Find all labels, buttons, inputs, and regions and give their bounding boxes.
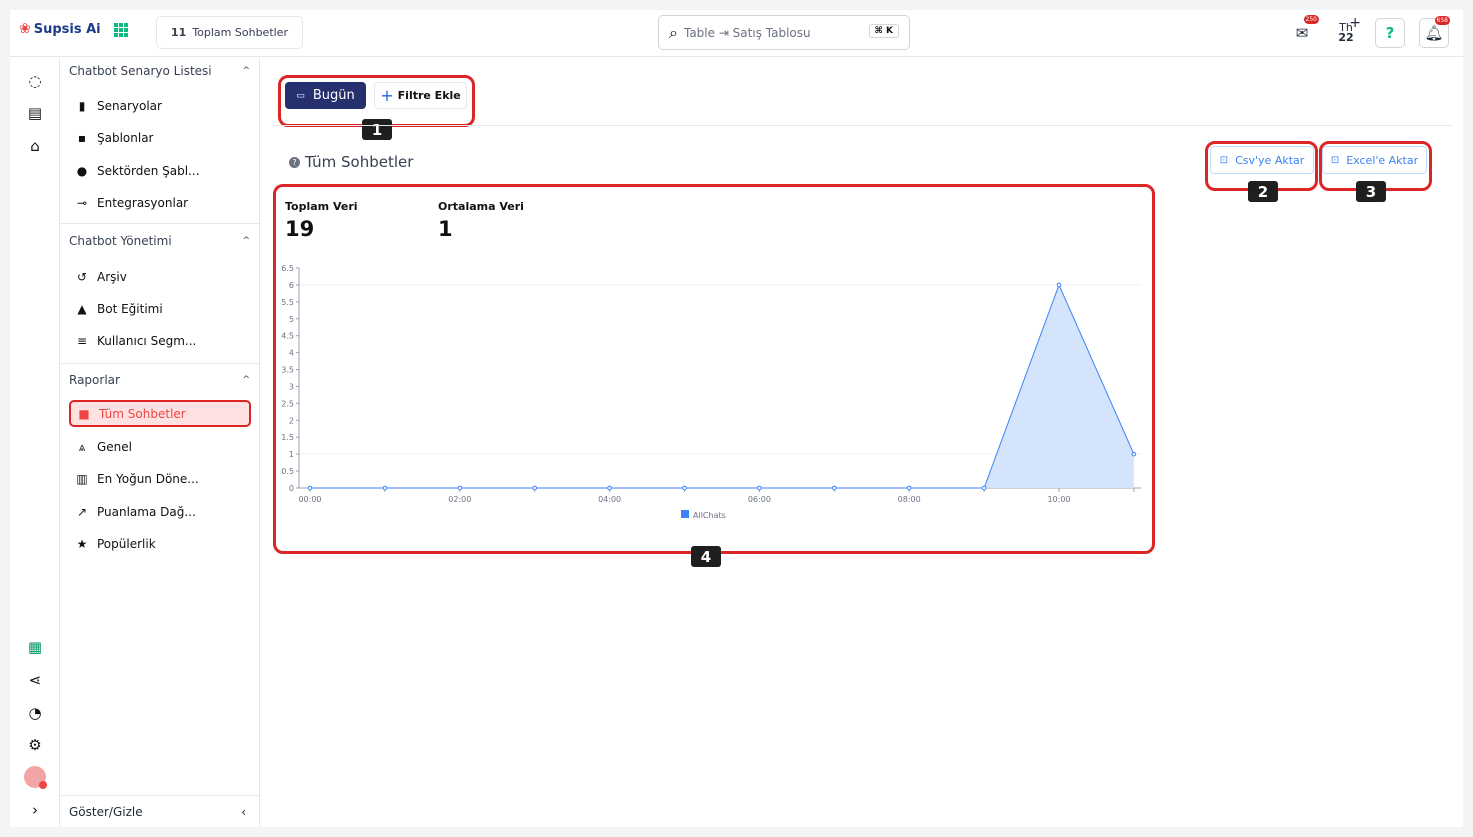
list-icon: ≡ <box>76 334 88 348</box>
annotation-label-2: 2 <box>1248 181 1278 202</box>
breadcrumb-icon: 11 <box>171 26 187 39</box>
sidebar-item-label: Genel <box>97 440 133 454</box>
divider <box>273 125 1453 126</box>
sidebar-item-arsiv[interactable]: ↺ Arşiv <box>75 264 245 290</box>
sidebar-item-tum-sohbetler[interactable]: ■ Tüm Sohbetler <box>69 400 251 427</box>
divider <box>61 223 260 224</box>
book-icon: ▮ <box>78 99 86 113</box>
main-content: ▭ Bugün + Filtre Ekle 1 ? Tüm Sohbetler ⊡ Cs… <box>261 58 1463 827</box>
section-header-senaryo[interactable]: Chatbot Senaryo Listesi ^ <box>61 62 260 80</box>
sidebar-item-label: Arşiv <box>97 270 127 284</box>
bell-badge: 658 <box>1434 16 1450 25</box>
section-title: Raporlar <box>69 373 120 387</box>
graduation-cap-icon: ▲ <box>77 302 87 316</box>
help-circle-icon: ? <box>289 156 300 168</box>
help-icon[interactable]: ? <box>1375 18 1405 48</box>
bar-chart-icon: ▥ <box>76 472 88 486</box>
sidebar-item-en-yogun[interactable]: ▥ En Yoğun Döne... <box>75 466 245 492</box>
breadcrumb[interactable]: 11 Toplam Sohbetler <box>156 16 303 49</box>
settings-icon[interactable]: ⚙ <box>23 733 47 757</box>
contact-card-icon[interactable]: ▤ <box>23 101 47 125</box>
sidebar-item-sablonlar[interactable]: ▪ Şablonlar <box>75 125 245 151</box>
date-icon[interactable]: Th 22 + <box>1331 16 1361 48</box>
avatar[interactable] <box>23 765 47 789</box>
annotation-label-1: 1 <box>362 119 392 140</box>
sidebar-item-label: Senaryolar <box>97 99 162 113</box>
toggle-label: Göster/Gizle <box>69 804 143 819</box>
template-icon: ▪ <box>77 131 87 145</box>
chevron-up-icon: ^ <box>242 66 250 76</box>
brand-name: Supsis Ai <box>33 21 101 37</box>
divider <box>61 363 260 364</box>
mail-badge: 250 <box>1303 15 1319 24</box>
search-icon: ⌕ <box>669 22 678 42</box>
annotation-label-3: 3 <box>1356 181 1386 202</box>
sidebar-item-label: En Yoğun Döne... <box>97 472 199 486</box>
lightbulb-icon: ● <box>76 164 88 178</box>
collapse-chevron-icon: ‹ <box>241 804 246 819</box>
sidebar-item-populerlik[interactable]: ★ Popülerlik <box>75 531 245 557</box>
icon-rail: ◌ ▤ ⌂ ▦ ⋖ ◔ ⚙ › <box>10 58 60 827</box>
sidebar-item-label: Popülerlik <box>97 537 156 551</box>
chevron-up-icon: ^ <box>242 236 250 246</box>
pie-chart-icon[interactable]: ◔ <box>23 701 47 725</box>
trend-icon: ↗ <box>76 505 88 519</box>
sidebar-item-bot-egitimi[interactable]: ▲ Bot Eğitimi <box>75 296 245 322</box>
sidebar-item-label: Kullanıcı Segm... <box>97 334 197 348</box>
sidebar-item-label: Entegrasyonlar <box>97 196 189 210</box>
logo-icon: ❀ <box>19 21 31 37</box>
chat-bubble-icon: ■ <box>78 406 90 421</box>
chat-icon[interactable]: ◌ <box>23 69 47 93</box>
sidebar-item-label: Şablonlar <box>97 131 154 145</box>
sidebar: Chatbot Senaryo Listesi ^ ▮ Senaryolar ▪ Şa… <box>61 58 260 827</box>
date-number: 22 <box>1338 31 1354 44</box>
sidebar-item-label: Puanlama Dağ... <box>97 505 196 519</box>
sidebar-item-label: Sektörden Şabl... <box>97 164 200 178</box>
breadcrumb-label: Toplam Sohbetler <box>192 26 288 39</box>
sidebar-item-entegrasyonlar[interactable]: ⊸ Entegrasyonlar <box>75 190 245 216</box>
section-title: Chatbot Senaryo Listesi <box>69 64 212 78</box>
sidebar-item-puanlama[interactable]: ↗ Puanlama Dağ... <box>75 499 245 525</box>
sidebar-item-genel[interactable]: ⩓ Genel <box>75 434 245 460</box>
page-title: ? Tüm Sohbetler <box>289 153 413 171</box>
area-chart-icon: ⩓ <box>78 439 86 454</box>
sidebar-item-label: Tüm Sohbetler <box>99 406 186 421</box>
chevron-up-icon: ^ <box>242 375 250 385</box>
mail-icon[interactable]: ✉ 250 <box>1287 15 1319 48</box>
expand-chevron-icon[interactable]: › <box>23 798 47 822</box>
search-placeholder: Table ⇥ Satış Tablosu <box>683 25 811 40</box>
sidebar-item-sektorden[interactable]: ● Sektörden Şabl... <box>75 158 245 184</box>
section-title: Chatbot Yönetimi <box>69 234 172 248</box>
brand-logo[interactable]: ❀ Supsis Ai <box>19 21 101 37</box>
share-icon[interactable]: ⋖ <box>23 668 47 692</box>
dashboard-icon[interactable]: ▦ <box>23 635 47 659</box>
sidebar-item-label: Bot Eğitimi <box>97 302 163 316</box>
top-bar: ❀ Supsis Ai 11 Toplam Sohbetler ⌕ Table ⇥ S… <box>10 10 1463 57</box>
inbox-icon[interactable]: ⌂ <box>23 134 47 158</box>
annotation-label-4: 4 <box>691 546 721 567</box>
sidebar-item-kullanici-segm[interactable]: ≡ Kullanıcı Segm... <box>75 328 245 354</box>
page-title-text: Tüm Sohbetler <box>305 153 414 171</box>
star-icon: ★ <box>76 537 88 551</box>
search-shortcut: ⌘ K <box>868 24 899 38</box>
sidebar-item-senaryolar[interactable]: ▮ Senaryolar <box>75 93 245 119</box>
annotation-box-4 <box>273 184 1155 554</box>
history-icon: ↺ <box>76 270 88 284</box>
key-icon: ⊸ <box>76 196 88 210</box>
apps-grid-icon[interactable] <box>114 23 128 37</box>
bell-icon[interactable]: 🔔︎ 658 <box>1419 16 1450 48</box>
section-header-raporlar[interactable]: Raporlar ^ <box>61 371 260 389</box>
section-header-yonetim[interactable]: Chatbot Yönetimi ^ <box>61 232 260 250</box>
search-input[interactable]: ⌕ Table ⇥ Satış Tablosu ⌘ K <box>658 15 910 50</box>
sidebar-toggle[interactable]: Göster/Gizle ‹ <box>61 795 260 827</box>
